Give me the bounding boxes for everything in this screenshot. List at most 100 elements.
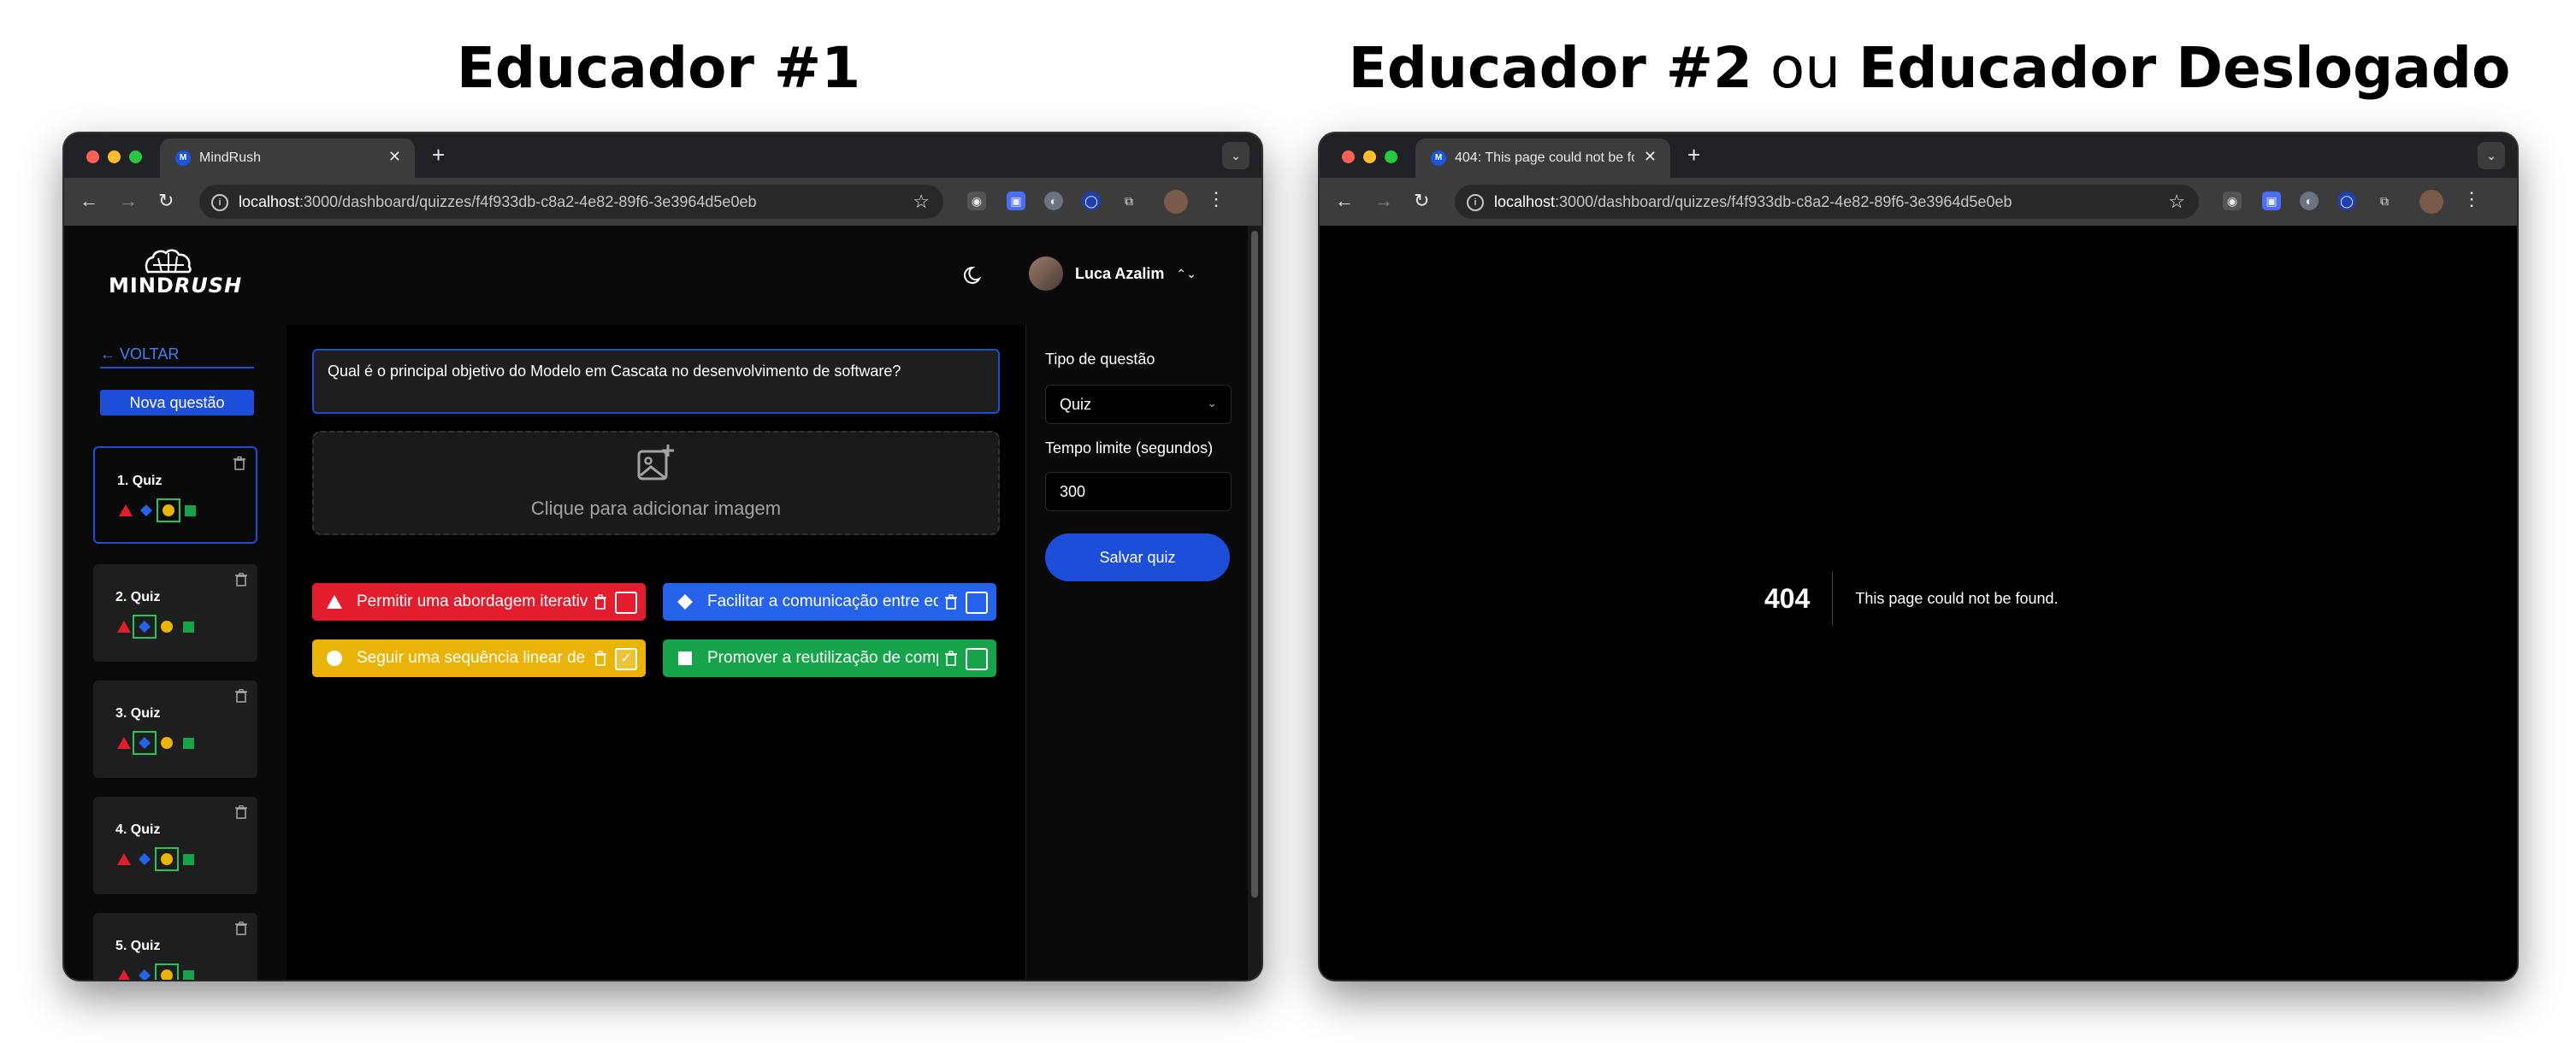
circle-icon	[161, 621, 173, 633]
bookmark-star-icon[interactable]: ☆	[913, 191, 930, 213]
favicon-icon: M	[1431, 150, 1446, 166]
correct-answer-checkbox[interactable]	[966, 648, 988, 670]
camera-extension-icon[interactable]: ◉	[2223, 192, 2242, 210]
tab-search-icon[interactable]: ⌄	[2478, 142, 2505, 169]
new-question-button[interactable]: Nova questão	[100, 390, 254, 415]
answer-text[interactable]: Seguir uma sequência linear de fases	[357, 649, 588, 668]
close-window-button[interactable]	[1342, 150, 1355, 163]
minimize-window-button[interactable]	[108, 150, 121, 163]
trash-icon[interactable]	[594, 651, 606, 666]
browser-menu-icon[interactable]: ⋮	[2462, 188, 2481, 210]
question-card-1[interactable]: 1. Quiz	[93, 446, 257, 544]
error-message: This page could not be found.	[1855, 589, 2059, 607]
question-card-label: 3. Quiz	[115, 706, 161, 721]
trash-icon[interactable]	[235, 689, 247, 703]
question-card-5[interactable]: 5. Quiz	[93, 913, 257, 980]
tab-search-icon[interactable]: ⌄	[1222, 142, 1250, 169]
tab-bar: M MindRush ✕ + ⌄	[64, 133, 1261, 178]
back-icon[interactable]: ←	[80, 190, 98, 212]
question-text: Qual é o principal objetivo do Modelo em…	[328, 362, 901, 380]
profile-avatar-icon[interactable]	[1164, 190, 1188, 214]
brand-name-part1: MIND	[109, 274, 174, 298]
window-controls	[86, 150, 142, 163]
correct-answer-checkbox-checked[interactable]: ✓	[615, 648, 637, 670]
user-name: Luca Azalim	[1075, 264, 1165, 282]
circle-icon	[162, 504, 174, 516]
answer-option-2[interactable]: Facilitar a comunicação entre equipes	[663, 583, 996, 621]
forward-icon[interactable]: →	[119, 190, 138, 212]
address-bar: ← → ↻ i localhost:3000/dashboard/quizzes…	[1320, 178, 2517, 226]
cast-extension-icon[interactable]: ▣	[2262, 192, 2281, 210]
blue-extension-icon[interactable]: ◯	[1082, 192, 1101, 210]
blue-extension-icon[interactable]: ◯	[2337, 192, 2356, 210]
question-type-select[interactable]: Quiz ⌄	[1045, 385, 1232, 424]
save-quiz-button[interactable]: Salvar quiz	[1045, 533, 1230, 581]
answer-text[interactable]: Promover a reutilização de componentes	[707, 649, 938, 668]
reload-icon[interactable]: ↻	[158, 190, 174, 212]
bookmark-star-icon[interactable]: ☆	[2168, 191, 2185, 213]
diamond-icon	[139, 621, 151, 633]
diamond-icon	[677, 594, 693, 610]
square-icon	[183, 854, 194, 865]
puzzle-extensions-icon[interactable]: ⧉	[1120, 192, 1138, 210]
app-viewport: MINDRUSH Luca Azalim ⌃⌄ ← VOLTAR Nova qu…	[64, 226, 1248, 980]
answer-option-1[interactable]: Permitir uma abordagem iterativa	[312, 583, 646, 621]
time-limit-input[interactable]: 300	[1045, 472, 1232, 511]
forward-icon[interactable]: →	[1374, 190, 1393, 212]
question-card-3[interactable]: 3. Quiz	[93, 681, 257, 778]
image-upload-label: Clique para adicionar imagem	[530, 498, 782, 519]
triangle-icon	[117, 853, 131, 865]
close-tab-icon[interactable]: ✕	[388, 148, 401, 166]
puzzle-extensions-icon[interactable]: ⧉	[2375, 192, 2394, 210]
trash-icon[interactable]	[594, 594, 606, 610]
browser-tab[interactable]: M MindRush ✕	[160, 138, 415, 178]
trash-icon[interactable]	[235, 573, 247, 586]
back-icon[interactable]: ←	[1335, 190, 1354, 212]
privacy-extension-icon[interactable]: ◐	[1044, 192, 1063, 210]
answer-option-3[interactable]: Seguir uma sequência linear de fases ✓	[312, 639, 646, 677]
profile-avatar-icon[interactable]	[2419, 190, 2443, 214]
correct-answer-checkbox[interactable]	[966, 592, 988, 614]
triangle-icon	[119, 504, 133, 516]
moon-icon[interactable]	[962, 263, 986, 287]
time-limit-value: 300	[1060, 483, 1086, 500]
camera-extension-icon[interactable]: ◉	[967, 192, 986, 210]
question-input[interactable]: Qual é o principal objetivo do Modelo em…	[312, 349, 1000, 414]
question-card-4[interactable]: 4. Quiz	[93, 797, 257, 894]
maximize-window-button[interactable]	[1385, 150, 1397, 163]
chevron-up-down-icon: ⌃⌄	[1176, 266, 1196, 280]
privacy-extension-icon[interactable]: ◐	[2300, 192, 2319, 210]
question-card-label: 4. Quiz	[115, 822, 161, 837]
trash-icon[interactable]	[235, 805, 247, 819]
site-info-icon[interactable]: i	[1467, 194, 1484, 211]
trash-icon[interactable]	[233, 457, 245, 470]
image-upload-area[interactable]: Clique para adicionar imagem	[312, 431, 1000, 535]
answer-text[interactable]: Facilitar a comunicação entre equipes	[707, 592, 938, 611]
user-menu[interactable]: Luca Azalim ⌃⌄	[1029, 253, 1196, 294]
close-tab-icon[interactable]: ✕	[1644, 148, 1657, 166]
close-window-button[interactable]	[86, 150, 99, 163]
correct-answer-checkbox[interactable]	[615, 592, 637, 614]
new-tab-icon[interactable]: +	[1687, 142, 1700, 168]
site-info-icon[interactable]: i	[211, 194, 228, 211]
page-scrollbar[interactable]	[1248, 226, 1261, 980]
new-tab-icon[interactable]: +	[432, 142, 445, 168]
minimize-window-button[interactable]	[1363, 150, 1376, 163]
browser-menu-icon[interactable]: ⋮	[1207, 188, 1226, 210]
back-link[interactable]: ← VOLTAR	[100, 345, 254, 368]
trash-icon[interactable]	[235, 922, 247, 935]
answer-text[interactable]: Permitir uma abordagem iterativa	[357, 592, 588, 611]
scrollbar-thumb[interactable]	[1251, 231, 1258, 898]
url-field[interactable]: i localhost:3000/dashboard/quizzes/f4f93…	[199, 185, 943, 219]
answer-option-4[interactable]: Promover a reutilização de componentes	[663, 639, 996, 677]
browser-tab[interactable]: M 404: This page could not be found ✕	[1415, 138, 1670, 178]
url-field[interactable]: i localhost:3000/dashboard/quizzes/f4f93…	[1455, 185, 2199, 219]
trash-icon[interactable]	[945, 594, 957, 610]
question-card-2[interactable]: 2. Quiz	[93, 564, 257, 662]
reload-icon[interactable]: ↻	[1414, 190, 1429, 212]
square-icon	[183, 622, 194, 633]
image-plus-icon	[637, 445, 674, 480]
trash-icon[interactable]	[945, 651, 957, 666]
cast-extension-icon[interactable]: ▣	[1007, 192, 1025, 210]
maximize-window-button[interactable]	[129, 150, 142, 163]
